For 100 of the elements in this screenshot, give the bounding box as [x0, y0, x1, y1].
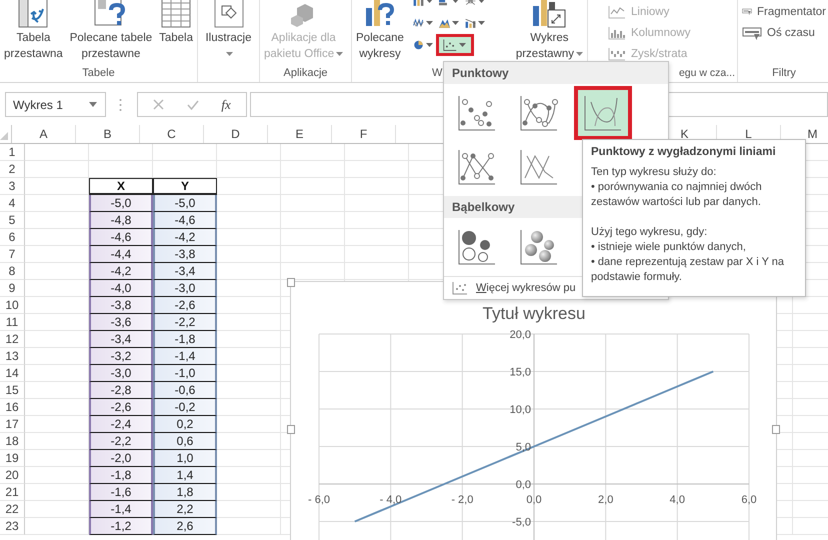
table-cell: -3,8 [89, 297, 153, 314]
column-header[interactable]: E [268, 125, 332, 143]
column-header[interactable]: C [140, 125, 204, 143]
insert-function-button[interactable]: fx [221, 96, 231, 112]
table-cell: -3,2 [89, 348, 153, 365]
axis-label: - 2,0 [451, 494, 474, 506]
axis-label: 0,0 [526, 494, 542, 506]
table-cell: -4,4 [89, 246, 153, 263]
column-header[interactable]: F [332, 125, 396, 143]
table-cell: -2,6 [89, 399, 153, 416]
table-cell: -4,6 [153, 212, 217, 229]
table-cell: 2,2 [153, 501, 217, 518]
scatter-smooth-lines-icon [583, 94, 623, 132]
table-cell: -5,0 [153, 195, 217, 212]
ribbon-button[interactable]: Fragmentator [742, 1, 826, 22]
table-cell: -0,6 [153, 382, 217, 399]
chart-type-option[interactable] [574, 86, 632, 140]
timeline-icon [742, 26, 762, 40]
group-label: egu w cza... [678, 67, 735, 79]
caret-icon [576, 52, 583, 56]
table-cell: -3,4 [153, 263, 217, 280]
table-cell: -1,2 [89, 518, 153, 535]
table-cell: -2,6 [153, 297, 217, 314]
table-cell: -2,2 [153, 314, 217, 331]
table-cell: -3,0 [153, 280, 217, 297]
axis-label: 0,0 [516, 479, 531, 491]
column-header[interactable]: B [76, 125, 140, 143]
axis-label: 20,0 [510, 329, 531, 341]
table-cell: -4,6 [89, 229, 153, 246]
column-header[interactable]: D [204, 125, 268, 143]
axis-label: 10,0 [510, 404, 531, 416]
scatter-markers-icon [457, 94, 497, 132]
caret-icon [336, 52, 344, 56]
tooltip-text: • istnieje wiele punktów danych, [591, 240, 747, 255]
axis-label: - 4,0 [380, 494, 402, 506]
name-box[interactable]: Wykres 1 [5, 92, 106, 117]
table-cell: -2,4 [89, 416, 153, 433]
axis-label: 2,0 [598, 494, 614, 506]
table-cell: 0,6 [153, 433, 217, 450]
grip-icon [119, 98, 122, 112]
table-cell: -4,2 [89, 263, 153, 280]
column-header[interactable]: A [12, 125, 76, 143]
table-cell: -1,4 [153, 348, 217, 365]
axis-label: 6,0 [741, 494, 757, 506]
scatter-straight-markers-icon [457, 148, 497, 186]
caret-icon [452, 0, 459, 3]
table-cell: -4,0 [89, 280, 153, 297]
table-cell: 0,2 [153, 416, 217, 433]
chart-type-button[interactable] [436, 34, 474, 56]
resize-handle[interactable] [287, 278, 295, 287]
axis-label: 4,0 [670, 494, 685, 506]
ribbon-button[interactable]: Oś czasu [742, 22, 826, 43]
table-cell: -3,6 [89, 314, 153, 331]
ribbon-button[interactable]: Polecane tabele przestawne [68, 0, 154, 64]
line-sparkline-icon [608, 4, 626, 18]
table-cell: 1,4 [153, 467, 217, 484]
group-label: Aplikacje [283, 67, 328, 79]
ribbon-button[interactable]: Ilustracje [200, 0, 257, 82]
menu-section-header: Punktowy [444, 62, 668, 84]
bubble-chart-icon [457, 228, 497, 266]
column-sparkline-icon [608, 26, 626, 40]
caret-icon [452, 21, 459, 25]
tooltip-text: Ten typ wykresu służy do: [591, 165, 718, 180]
chart-title: Tytuł wykresu [482, 304, 586, 323]
axis-label: 15,0 [510, 366, 531, 378]
table-cell: -3,0 [89, 365, 153, 382]
table-cell: -2,0 [89, 450, 153, 467]
caret-icon [478, 21, 485, 25]
scatter-chart-icon [443, 37, 458, 53]
caret-icon [478, 0, 485, 3]
table-cell: -4,2 [153, 229, 217, 246]
group-label: Tabele [82, 67, 115, 79]
table-cell: 2,6 [153, 518, 217, 535]
ribbon-button[interactable]: Tabela przestawna [2, 0, 65, 64]
caret-icon [426, 0, 433, 3]
caret-icon [426, 43, 433, 47]
ribbon-button[interactable]: Polecane wykresy [354, 0, 406, 64]
axis-label: -5,0 [512, 516, 531, 528]
scatter-straight-lines-icon [519, 148, 559, 186]
table-cell: -2,2 [89, 433, 153, 450]
table-cell: -3,4 [89, 331, 153, 348]
table-cell: -1,8 [89, 467, 153, 484]
caret-icon [426, 21, 433, 25]
table-cell: -3,8 [153, 246, 217, 263]
resize-handle[interactable] [772, 425, 780, 434]
table-cell: 1,8 [153, 484, 217, 501]
ribbon-button[interactable]: Tabela [157, 0, 195, 64]
group-label: Filtry [772, 67, 796, 79]
table-cell: -4,8 [89, 212, 153, 229]
table-cell: -5,0 [89, 195, 153, 212]
tooltip-text: Użyj tego wykresu, gdy: [591, 225, 708, 240]
axis-label: - 6,0 [308, 494, 330, 506]
table-cell: 1,0 [153, 450, 217, 467]
table-cell: -0,2 [153, 399, 217, 416]
resize-handle[interactable] [287, 425, 295, 434]
table-cell: -1,4 [89, 501, 153, 518]
bubble-3d-chart-icon [519, 228, 559, 266]
table-cell: -1,8 [153, 331, 217, 348]
caret-icon [226, 52, 233, 56]
caret-icon [459, 43, 466, 47]
